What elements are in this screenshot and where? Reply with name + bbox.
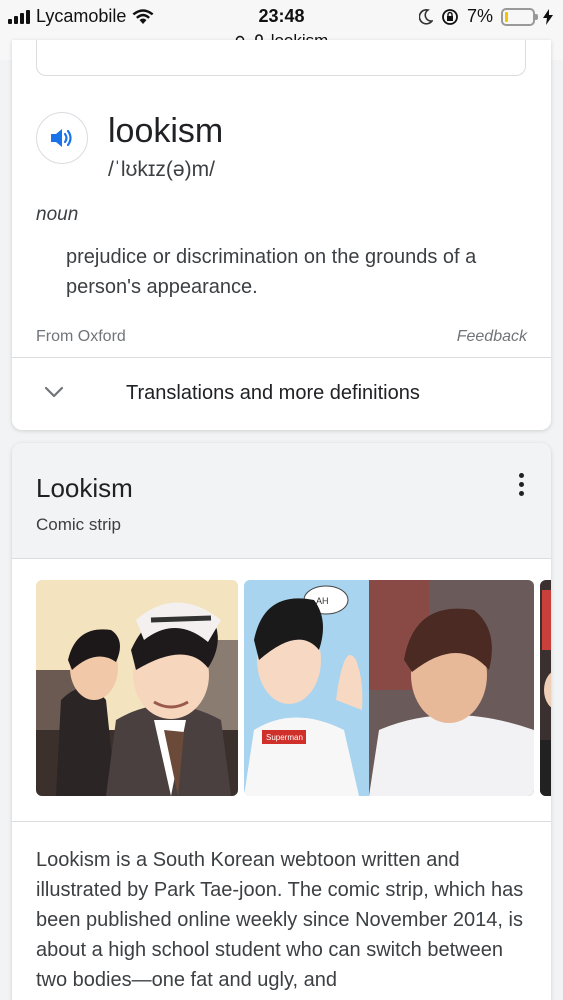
entity-description: Lookism is a South Korean webtoon writte… <box>36 849 524 991</box>
speaker-icon <box>51 129 72 147</box>
more-definitions-link[interactable]: Translations and more definitions <box>126 382 420 405</box>
divider <box>12 357 551 358</box>
speech-bubble-text: AH <box>316 596 329 606</box>
more-options-icon[interactable] <box>519 473 525 496</box>
pronunciation-button[interactable] <box>36 112 88 164</box>
charging-bolt-icon <box>543 8 553 25</box>
feedback-link[interactable]: Feedback <box>457 328 527 346</box>
phonetic-spelling: /ˈlʊkɪz(ə)m/ <box>108 158 215 181</box>
entity-image[interactable] <box>36 580 238 796</box>
knowledge-panel-header: Lookism Comic strip <box>12 443 551 559</box>
rotation-lock-icon <box>442 8 458 25</box>
entity-image[interactable] <box>540 580 551 796</box>
definition-text: prejudice or discrimination on the groun… <box>66 246 477 298</box>
shirt-logo-text: Superman <box>266 733 303 742</box>
part-of-speech: noun <box>36 204 79 225</box>
chevron-down-icon[interactable] <box>44 386 64 398</box>
battery-icon <box>501 7 538 26</box>
dictionary-search-input[interactable] <box>36 40 526 76</box>
moon-icon <box>418 8 433 25</box>
entity-title: Lookism <box>36 473 133 503</box>
status-icons: 7% <box>418 6 553 27</box>
dictionary-word: lookism <box>108 112 224 150</box>
divider <box>12 821 551 822</box>
knowledge-panel: Lookism Comic strip AH Superman Lookism … <box>12 443 551 1000</box>
entity-image[interactable]: AH Superman <box>244 580 534 796</box>
battery-percent: 7% <box>466 6 493 26</box>
dictionary-card: lookism /ˈlʊkɪz(ə)m/ noun prejudice or d… <box>12 40 551 430</box>
definition-source: From Oxford <box>36 328 126 345</box>
image-carousel[interactable]: AH Superman <box>36 580 551 796</box>
entity-subtitle: Comic strip <box>36 515 122 534</box>
